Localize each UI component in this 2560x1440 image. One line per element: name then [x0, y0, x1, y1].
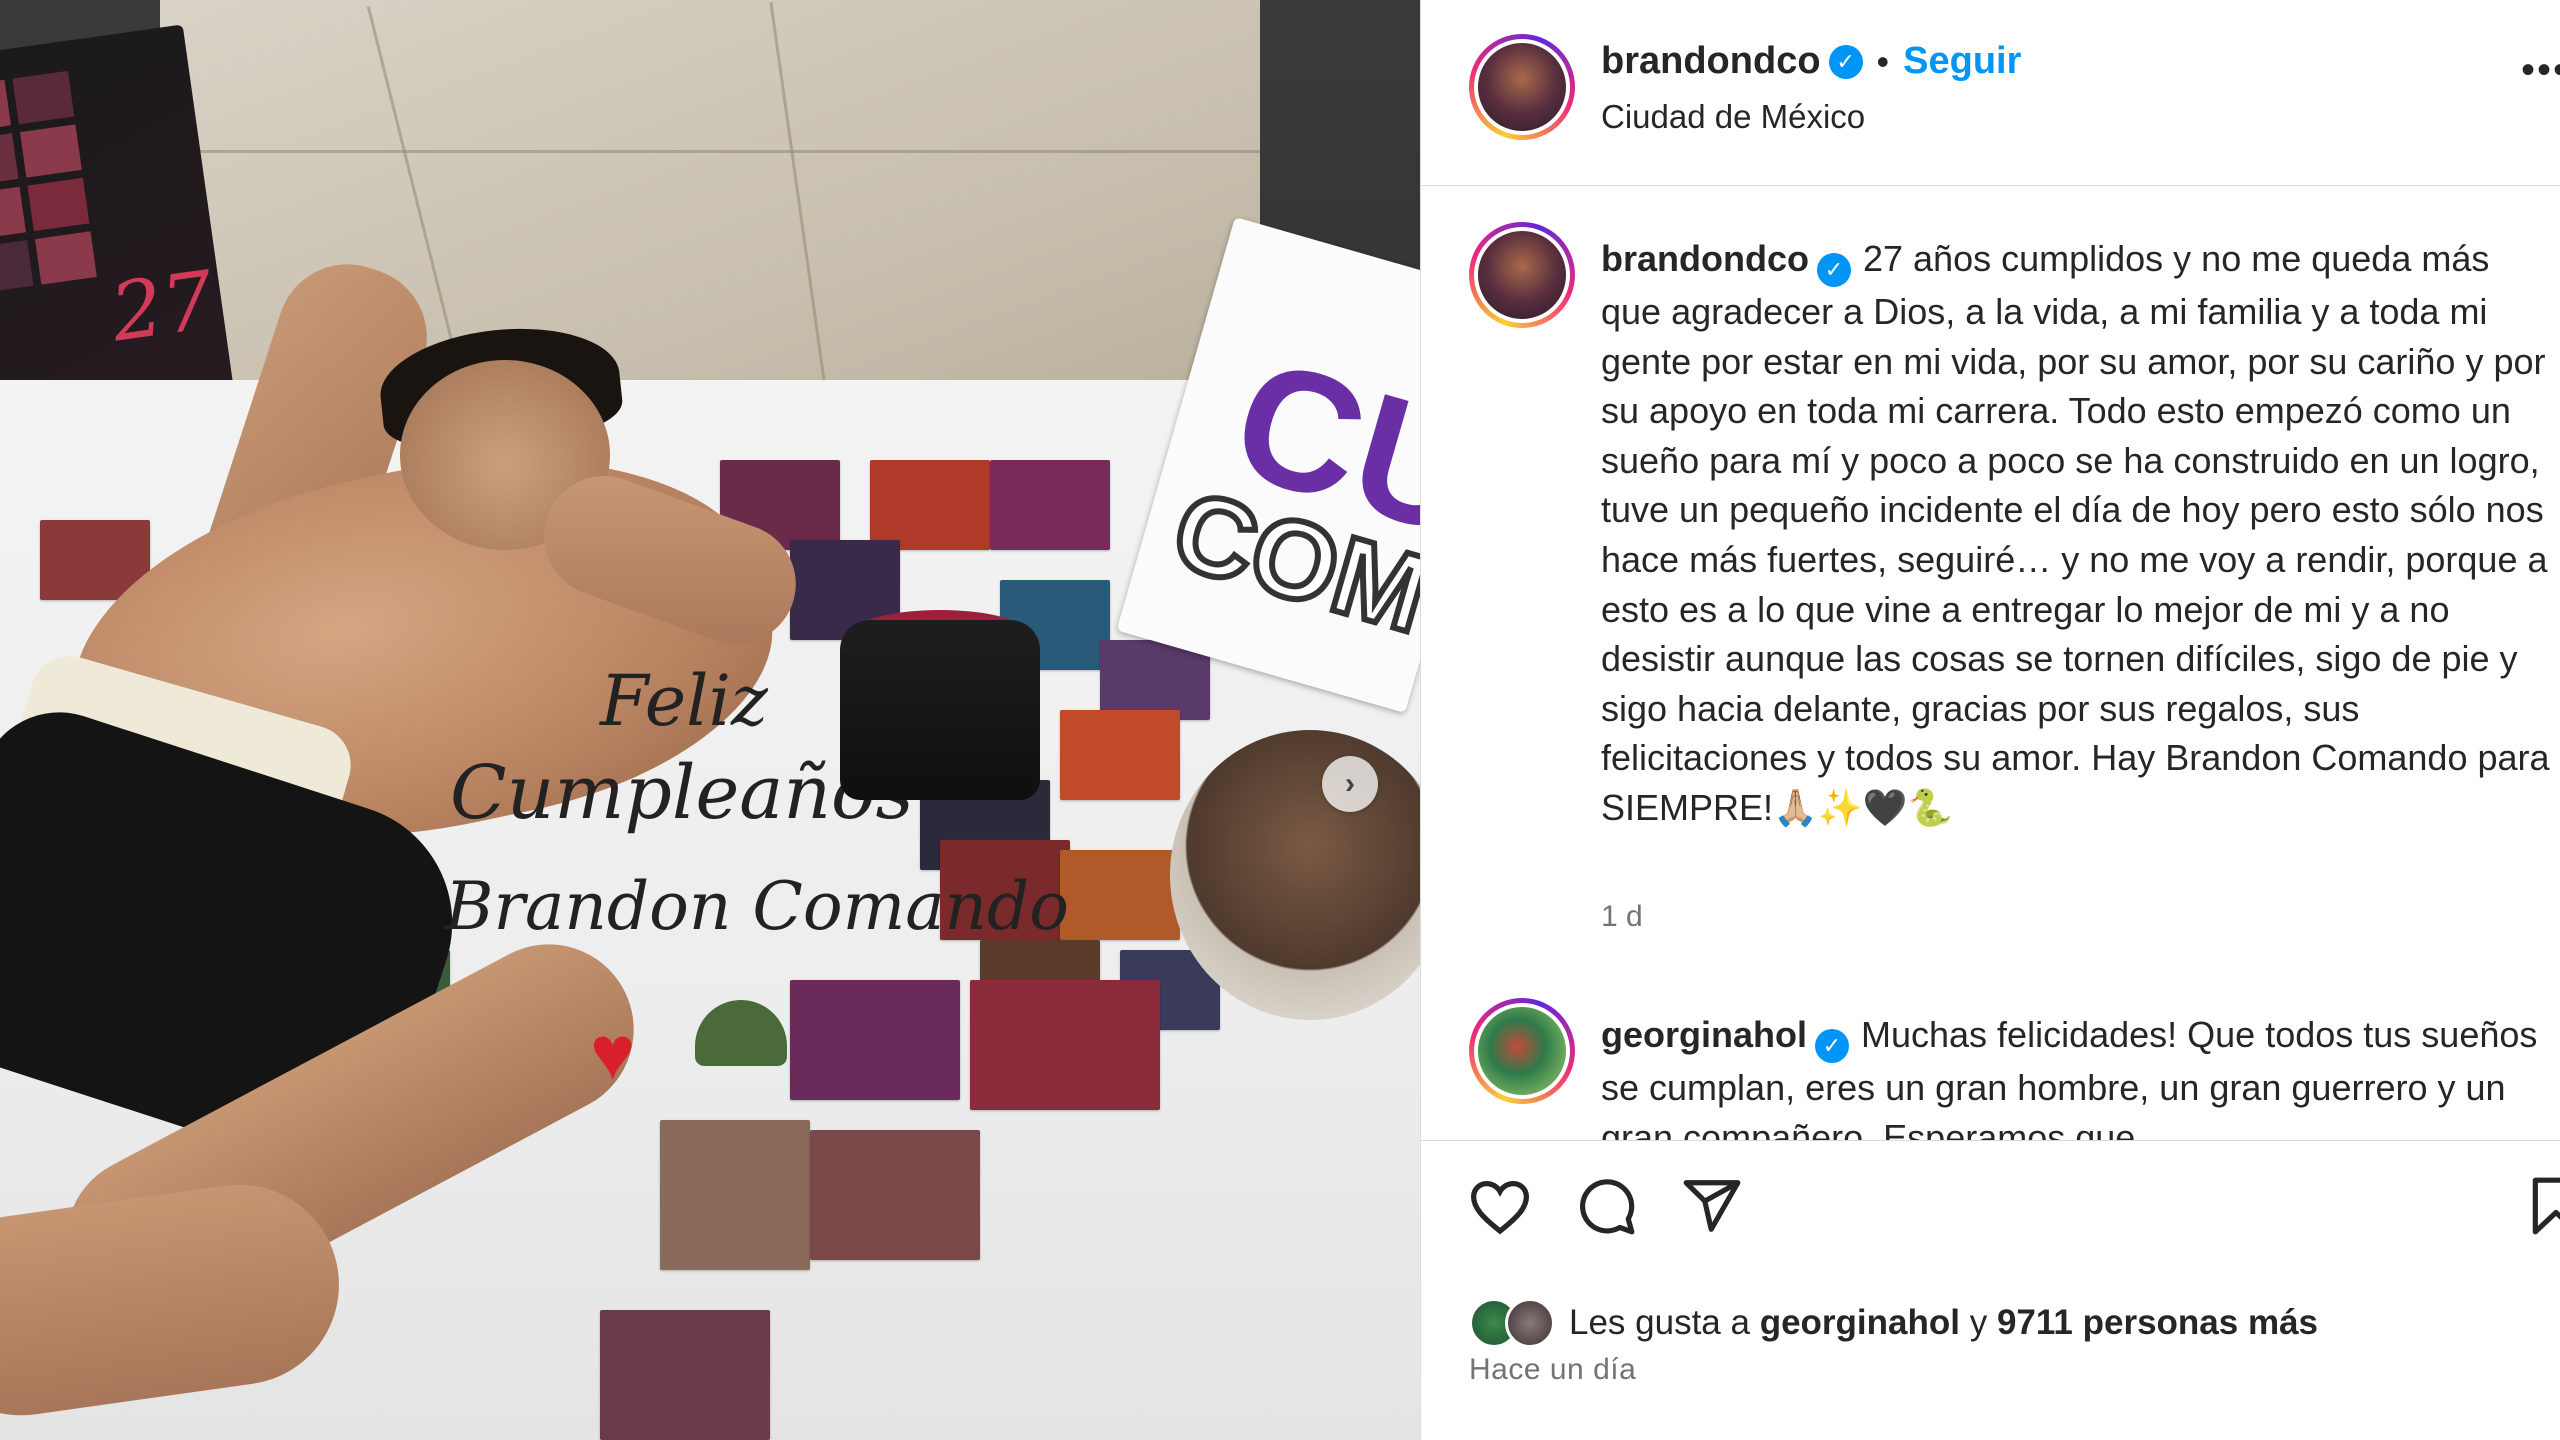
post-photo[interactable]: 27 CU COM Feliz Cumpleaños Brandon Coman… [0, 0, 1420, 1440]
bookmark-icon[interactable] [2521, 1171, 2560, 1241]
caption-text: brandondco ✓ 27 años cumplidos y no me que… [1601, 234, 2551, 833]
liker-avatar[interactable] [1505, 1298, 1555, 1348]
author-avatar[interactable] [1469, 34, 1575, 140]
verified-icon: ✓ [1815, 1029, 1849, 1063]
comment-icon[interactable] [1571, 1171, 1641, 1241]
next-photo-button[interactable]: › [1322, 756, 1378, 812]
verified-icon: ✓ [1816, 253, 1851, 287]
comment-text: georginahol ✓ Muchas felicidades! Que todo… [1601, 1010, 2551, 1140]
heart-icon[interactable] [1465, 1171, 1535, 1241]
post-panel: brandondco ✓ • Seguir Ciudad de México •… [1420, 0, 2560, 1440]
banner-feliz: Feliz [600, 660, 768, 742]
birthday-cake [840, 620, 1040, 800]
likes-text: Les gusta a georginahol y 9711 personas … [1569, 1303, 2319, 1342]
caption-body: 27 años cumplidos y no me queda más que … [1601, 238, 2550, 828]
author-username[interactable]: brandondco [1601, 40, 1821, 83]
commenter-avatar[interactable] [1469, 998, 1575, 1104]
first-liker[interactable]: georginahol [1760, 1303, 1960, 1342]
likes-summary: Les gusta a georginahol y 9711 personas … [1469, 1293, 2318, 1353]
caption-username[interactable]: brandondco [1601, 238, 1809, 279]
follow-button[interactable]: Seguir [1903, 40, 2021, 83]
share-icon[interactable] [1677, 1171, 1747, 1241]
separator-dot: • [1876, 40, 1890, 82]
likes-count-link[interactable]: 9711 personas más [1997, 1303, 2318, 1342]
caption-avatar[interactable] [1469, 222, 1575, 328]
post-header: brandondco ✓ • Seguir Ciudad de México •… [1421, 0, 2560, 186]
heart-emoji: ♥ [590, 1011, 636, 1096]
caption-time: 1 d [1601, 900, 1643, 933]
post-location[interactable]: Ciudad de México [1601, 98, 1865, 136]
poster-number: 27 [105, 253, 220, 360]
comment-username[interactable]: georginahol [1601, 1014, 1807, 1055]
action-bar: Les gusta a georginahol y 9711 personas … [1421, 1140, 2560, 1440]
more-icon[interactable]: ••• [2521, 48, 2560, 93]
posted-time[interactable]: Hace un día [1469, 1353, 1636, 1387]
comment: georginahol ✓ Muchas felicidades! Que todo… [1421, 990, 2560, 1140]
verified-icon: ✓ [1828, 44, 1863, 79]
banner-brandon-comando: Brandon Comando [445, 868, 1070, 945]
